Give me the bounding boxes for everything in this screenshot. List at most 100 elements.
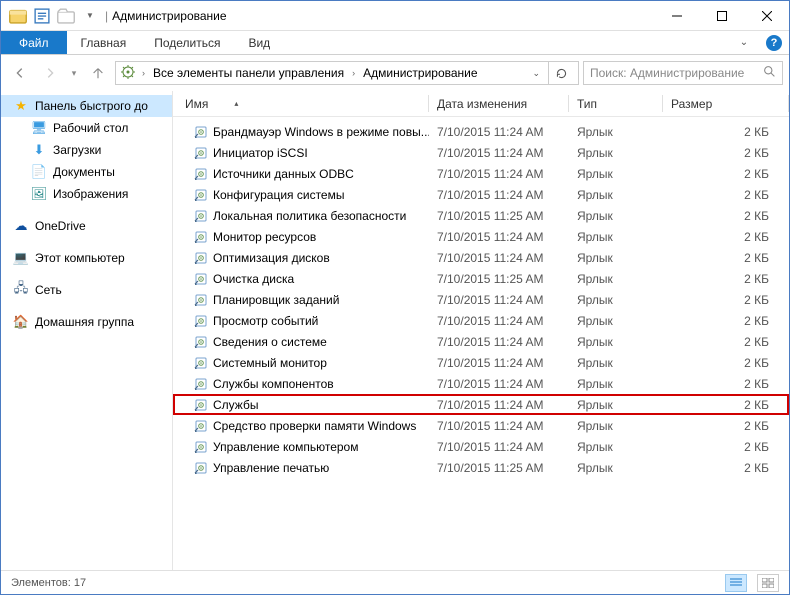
file-row[interactable]: Планировщик заданий7/10/2015 11:24 AMЯрл… [173, 289, 789, 310]
help-button[interactable]: ? [759, 31, 789, 54]
titlebar: ▼ | Администрирование [1, 1, 789, 31]
file-row[interactable]: Службы компонентов7/10/2015 11:24 AMЯрлы… [173, 373, 789, 394]
file-name: Инициатор iSCSI [213, 146, 308, 160]
up-button[interactable] [85, 60, 111, 86]
file-type: Ярлык [569, 125, 663, 139]
qat-app-icon[interactable] [7, 5, 29, 27]
file-row[interactable]: Сведения о системе7/10/2015 11:24 AMЯрлы… [173, 331, 789, 352]
file-type: Ярлык [569, 209, 663, 223]
file-size: 2 КБ [663, 377, 789, 391]
file-size: 2 КБ [663, 272, 789, 286]
navigation-pane: ★ Панель быстрого до 🖥 Рабочий стол ⬇ За… [1, 91, 173, 570]
status-bar: Элементов: 17 [1, 570, 789, 594]
shortcut-icon [193, 376, 209, 392]
history-dropdown-icon[interactable]: ▾ [67, 60, 81, 86]
search-placeholder: Поиск: Администрирование [590, 66, 744, 80]
tab-home[interactable]: Главная [67, 31, 141, 54]
file-size: 2 КБ [663, 125, 789, 139]
file-row[interactable]: Просмотр событий7/10/2015 11:24 AMЯрлык2… [173, 310, 789, 331]
file-date: 7/10/2015 11:24 AM [429, 146, 569, 160]
close-button[interactable] [744, 1, 789, 30]
back-button[interactable] [7, 60, 33, 86]
thumbnails-view-button[interactable] [757, 574, 779, 592]
file-row[interactable]: Средство проверки памяти Windows7/10/201… [173, 415, 789, 436]
file-size: 2 КБ [663, 146, 789, 160]
file-row[interactable]: Службы7/10/2015 11:24 AMЯрлык2 КБ [173, 394, 789, 415]
shortcut-icon [193, 397, 209, 413]
shortcut-icon [193, 145, 209, 161]
file-size: 2 КБ [663, 398, 789, 412]
file-type: Ярлык [569, 314, 663, 328]
qat-dropdown-icon[interactable]: ▼ [79, 5, 101, 27]
file-row[interactable]: Конфигурация системы7/10/2015 11:24 AMЯр… [173, 184, 789, 205]
navitem-pictures[interactable]: 🖼 Изображения [1, 183, 172, 205]
file-row[interactable]: Локальная политика безопасности7/10/2015… [173, 205, 789, 226]
file-row[interactable]: Монитор ресурсов7/10/2015 11:24 AMЯрлык2… [173, 226, 789, 247]
shortcut-icon [193, 229, 209, 245]
shortcut-icon [193, 292, 209, 308]
column-size[interactable]: Размер [663, 91, 789, 116]
ribbon-expand-icon[interactable]: ⌄ [729, 31, 759, 54]
star-icon: ★ [13, 98, 29, 114]
window-title: Администрирование [112, 9, 226, 23]
file-row[interactable]: Управление печатью7/10/2015 11:25 AMЯрлы… [173, 457, 789, 478]
file-name: Управление компьютером [213, 440, 358, 454]
main-area: ★ Панель быстрого до 🖥 Рабочий стол ⬇ За… [1, 91, 789, 570]
breadcrumb-control-panel[interactable]: Все элементы панели управления [151, 66, 346, 80]
column-date[interactable]: Дата изменения [429, 91, 569, 116]
navitem-label: Домашняя группа [35, 315, 134, 329]
details-view-button[interactable] [725, 574, 747, 592]
file-row[interactable]: Системный монитор7/10/2015 11:24 AMЯрлык… [173, 352, 789, 373]
address-bar[interactable]: › Все элементы панели управления › Админ… [115, 61, 579, 85]
column-type[interactable]: Тип [569, 91, 663, 116]
shortcut-icon [193, 313, 209, 329]
forward-button[interactable] [37, 60, 63, 86]
file-date: 7/10/2015 11:24 AM [429, 356, 569, 370]
file-row[interactable]: Инициатор iSCSI7/10/2015 11:24 AMЯрлык2 … [173, 142, 789, 163]
file-date: 7/10/2015 11:24 AM [429, 251, 569, 265]
file-row[interactable]: Оптимизация дисков7/10/2015 11:24 AMЯрлы… [173, 247, 789, 268]
tab-share[interactable]: Поделиться [140, 31, 234, 54]
navitem-label: Этот компьютер [35, 251, 125, 265]
maximize-button[interactable] [699, 1, 744, 30]
minimize-button[interactable] [654, 1, 699, 30]
file-date: 7/10/2015 11:24 AM [429, 335, 569, 349]
shortcut-icon [193, 334, 209, 350]
breadcrumb-admin-tools[interactable]: Администрирование [361, 66, 479, 80]
qat-properties-icon[interactable] [31, 5, 53, 27]
navitem-desktop[interactable]: 🖥 Рабочий стол [1, 117, 172, 139]
chevron-right-icon[interactable]: › [350, 68, 357, 78]
search-icon [763, 65, 776, 81]
navitem-homegroup[interactable]: 🏠 Домашняя группа [1, 311, 172, 333]
shortcut-icon [193, 418, 209, 434]
file-list: Брандмауэр Windows в режиме повы...7/10/… [173, 117, 789, 570]
file-row[interactable]: Источники данных ODBC7/10/2015 11:24 AMЯ… [173, 163, 789, 184]
navitem-label: Изображения [53, 187, 128, 201]
document-icon: 📄 [31, 164, 47, 180]
navitem-label: Загрузки [53, 143, 101, 157]
column-name[interactable]: Имя▴ [173, 91, 429, 116]
search-box[interactable]: Поиск: Администрирование [583, 61, 783, 85]
file-date: 7/10/2015 11:24 AM [429, 314, 569, 328]
desktop-icon: 🖥 [31, 120, 47, 136]
tab-file[interactable]: Файл [1, 31, 67, 54]
file-row[interactable]: Управление компьютером7/10/2015 11:24 AM… [173, 436, 789, 457]
navitem-downloads[interactable]: ⬇ Загрузки [1, 139, 172, 161]
file-name: Монитор ресурсов [213, 230, 316, 244]
refresh-button[interactable] [548, 62, 574, 84]
navitem-onedrive[interactable]: ☁ OneDrive [1, 215, 172, 237]
file-row[interactable]: Очистка диска7/10/2015 11:25 AMЯрлык2 КБ [173, 268, 789, 289]
file-type: Ярлык [569, 230, 663, 244]
file-name: Локальная политика безопасности [213, 209, 406, 223]
file-row[interactable]: Брандмауэр Windows в режиме повы...7/10/… [173, 121, 789, 142]
navitem-quick-access[interactable]: ★ Панель быстрого до [1, 95, 172, 117]
tab-view[interactable]: Вид [234, 31, 284, 54]
qat-newfolder-icon[interactable] [55, 5, 77, 27]
navitem-documents[interactable]: 📄 Документы [1, 161, 172, 183]
file-date: 7/10/2015 11:24 AM [429, 188, 569, 202]
address-dropdown-icon[interactable]: ⌄ [528, 68, 544, 79]
chevron-right-icon[interactable]: › [140, 68, 147, 78]
navitem-this-pc[interactable]: 💻 Этот компьютер [1, 247, 172, 269]
navitem-network[interactable]: 🖧 Сеть [1, 279, 172, 301]
file-name: Системный монитор [213, 356, 327, 370]
